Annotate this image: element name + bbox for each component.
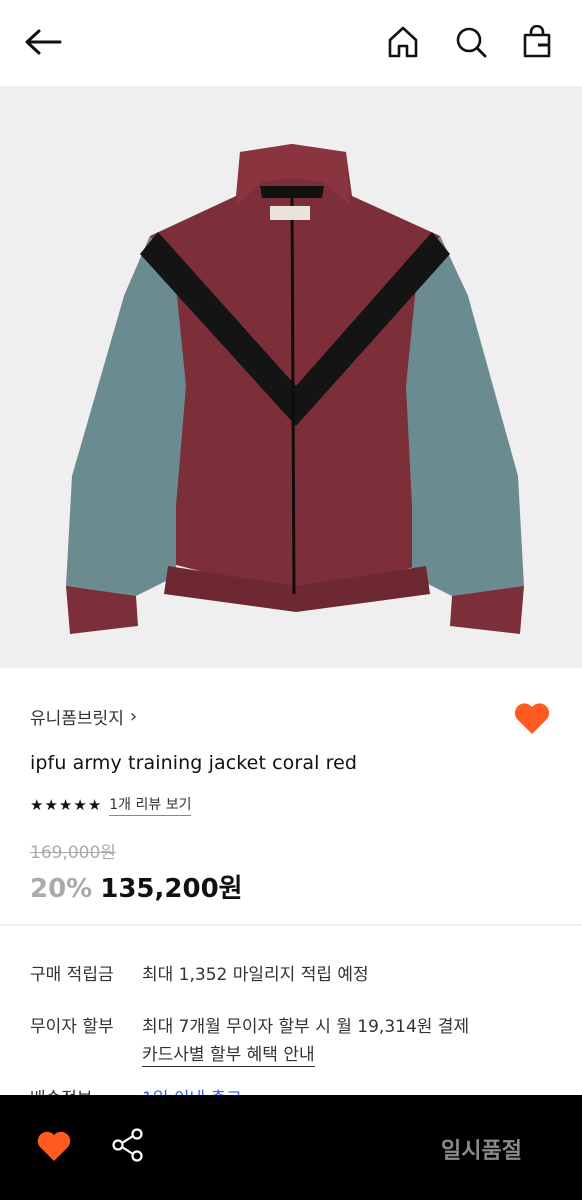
search-button[interactable]	[449, 20, 493, 64]
original-price: 169,000원	[30, 843, 116, 863]
brand-name: 유니폼브릿지	[30, 709, 124, 729]
shopping-bag-icon	[523, 25, 551, 58]
installment-label: 무이자 할부	[30, 1017, 114, 1037]
points-label: 구매 적립금	[30, 965, 114, 985]
share-icon[interactable]	[110, 1127, 146, 1163]
rating-row: ★ ★ ★ ★ ★ 1개 리뷰 보기	[30, 794, 192, 816]
home-icon	[388, 26, 418, 58]
arrow-left-icon	[25, 29, 62, 55]
product-title: ipfu army training jacket coral red	[30, 752, 358, 774]
jacket-illustration	[66, 144, 524, 634]
discount-rate: 20%	[30, 874, 93, 904]
brand-link[interactable]: 유니폼브릿지 ›	[30, 704, 137, 729]
search-icon	[456, 27, 487, 58]
star-icon: ★	[73, 795, 87, 814]
star-icon: ★	[58, 795, 73, 814]
installment-row: 무이자 할부 최대 7개월 무이자 할부 시 월 19,314원 결제	[30, 1012, 469, 1037]
cart-button[interactable]	[515, 20, 559, 64]
heart-icon[interactable]	[512, 700, 552, 736]
bottom-action-bar: 일시품절	[0, 1095, 582, 1200]
star-icon: ★	[87, 795, 102, 814]
soldout-button[interactable]: 일시품절	[441, 1133, 522, 1165]
divider	[0, 924, 582, 926]
points-row: 구매 적립금 최대 1,352 마일리지 적립 예정	[30, 960, 369, 985]
heart-icon[interactable]	[36, 1129, 72, 1163]
star-icon: ★	[30, 795, 44, 814]
home-button[interactable]	[381, 20, 425, 64]
product-image[interactable]	[0, 86, 582, 668]
top-bar	[0, 0, 582, 86]
card-benefit-link[interactable]: 카드사별 할부 혜택 안내	[142, 1040, 315, 1067]
rating-stars: ★ ★ ★ ★ ★	[30, 795, 102, 814]
sale-price: 135,200원	[100, 874, 243, 904]
star-icon: ★	[44, 795, 58, 814]
points-value: 최대 1,352 마일리지 적립 예정	[142, 965, 369, 985]
back-button[interactable]	[20, 20, 64, 64]
price-row: 20% 135,200원	[30, 868, 243, 905]
chevron-right-icon: ›	[129, 706, 138, 727]
installment-value: 최대 7개월 무이자 할부 시 월 19,314원 결제	[142, 1017, 470, 1037]
review-link[interactable]: 1개 리뷰 보기	[109, 794, 192, 816]
